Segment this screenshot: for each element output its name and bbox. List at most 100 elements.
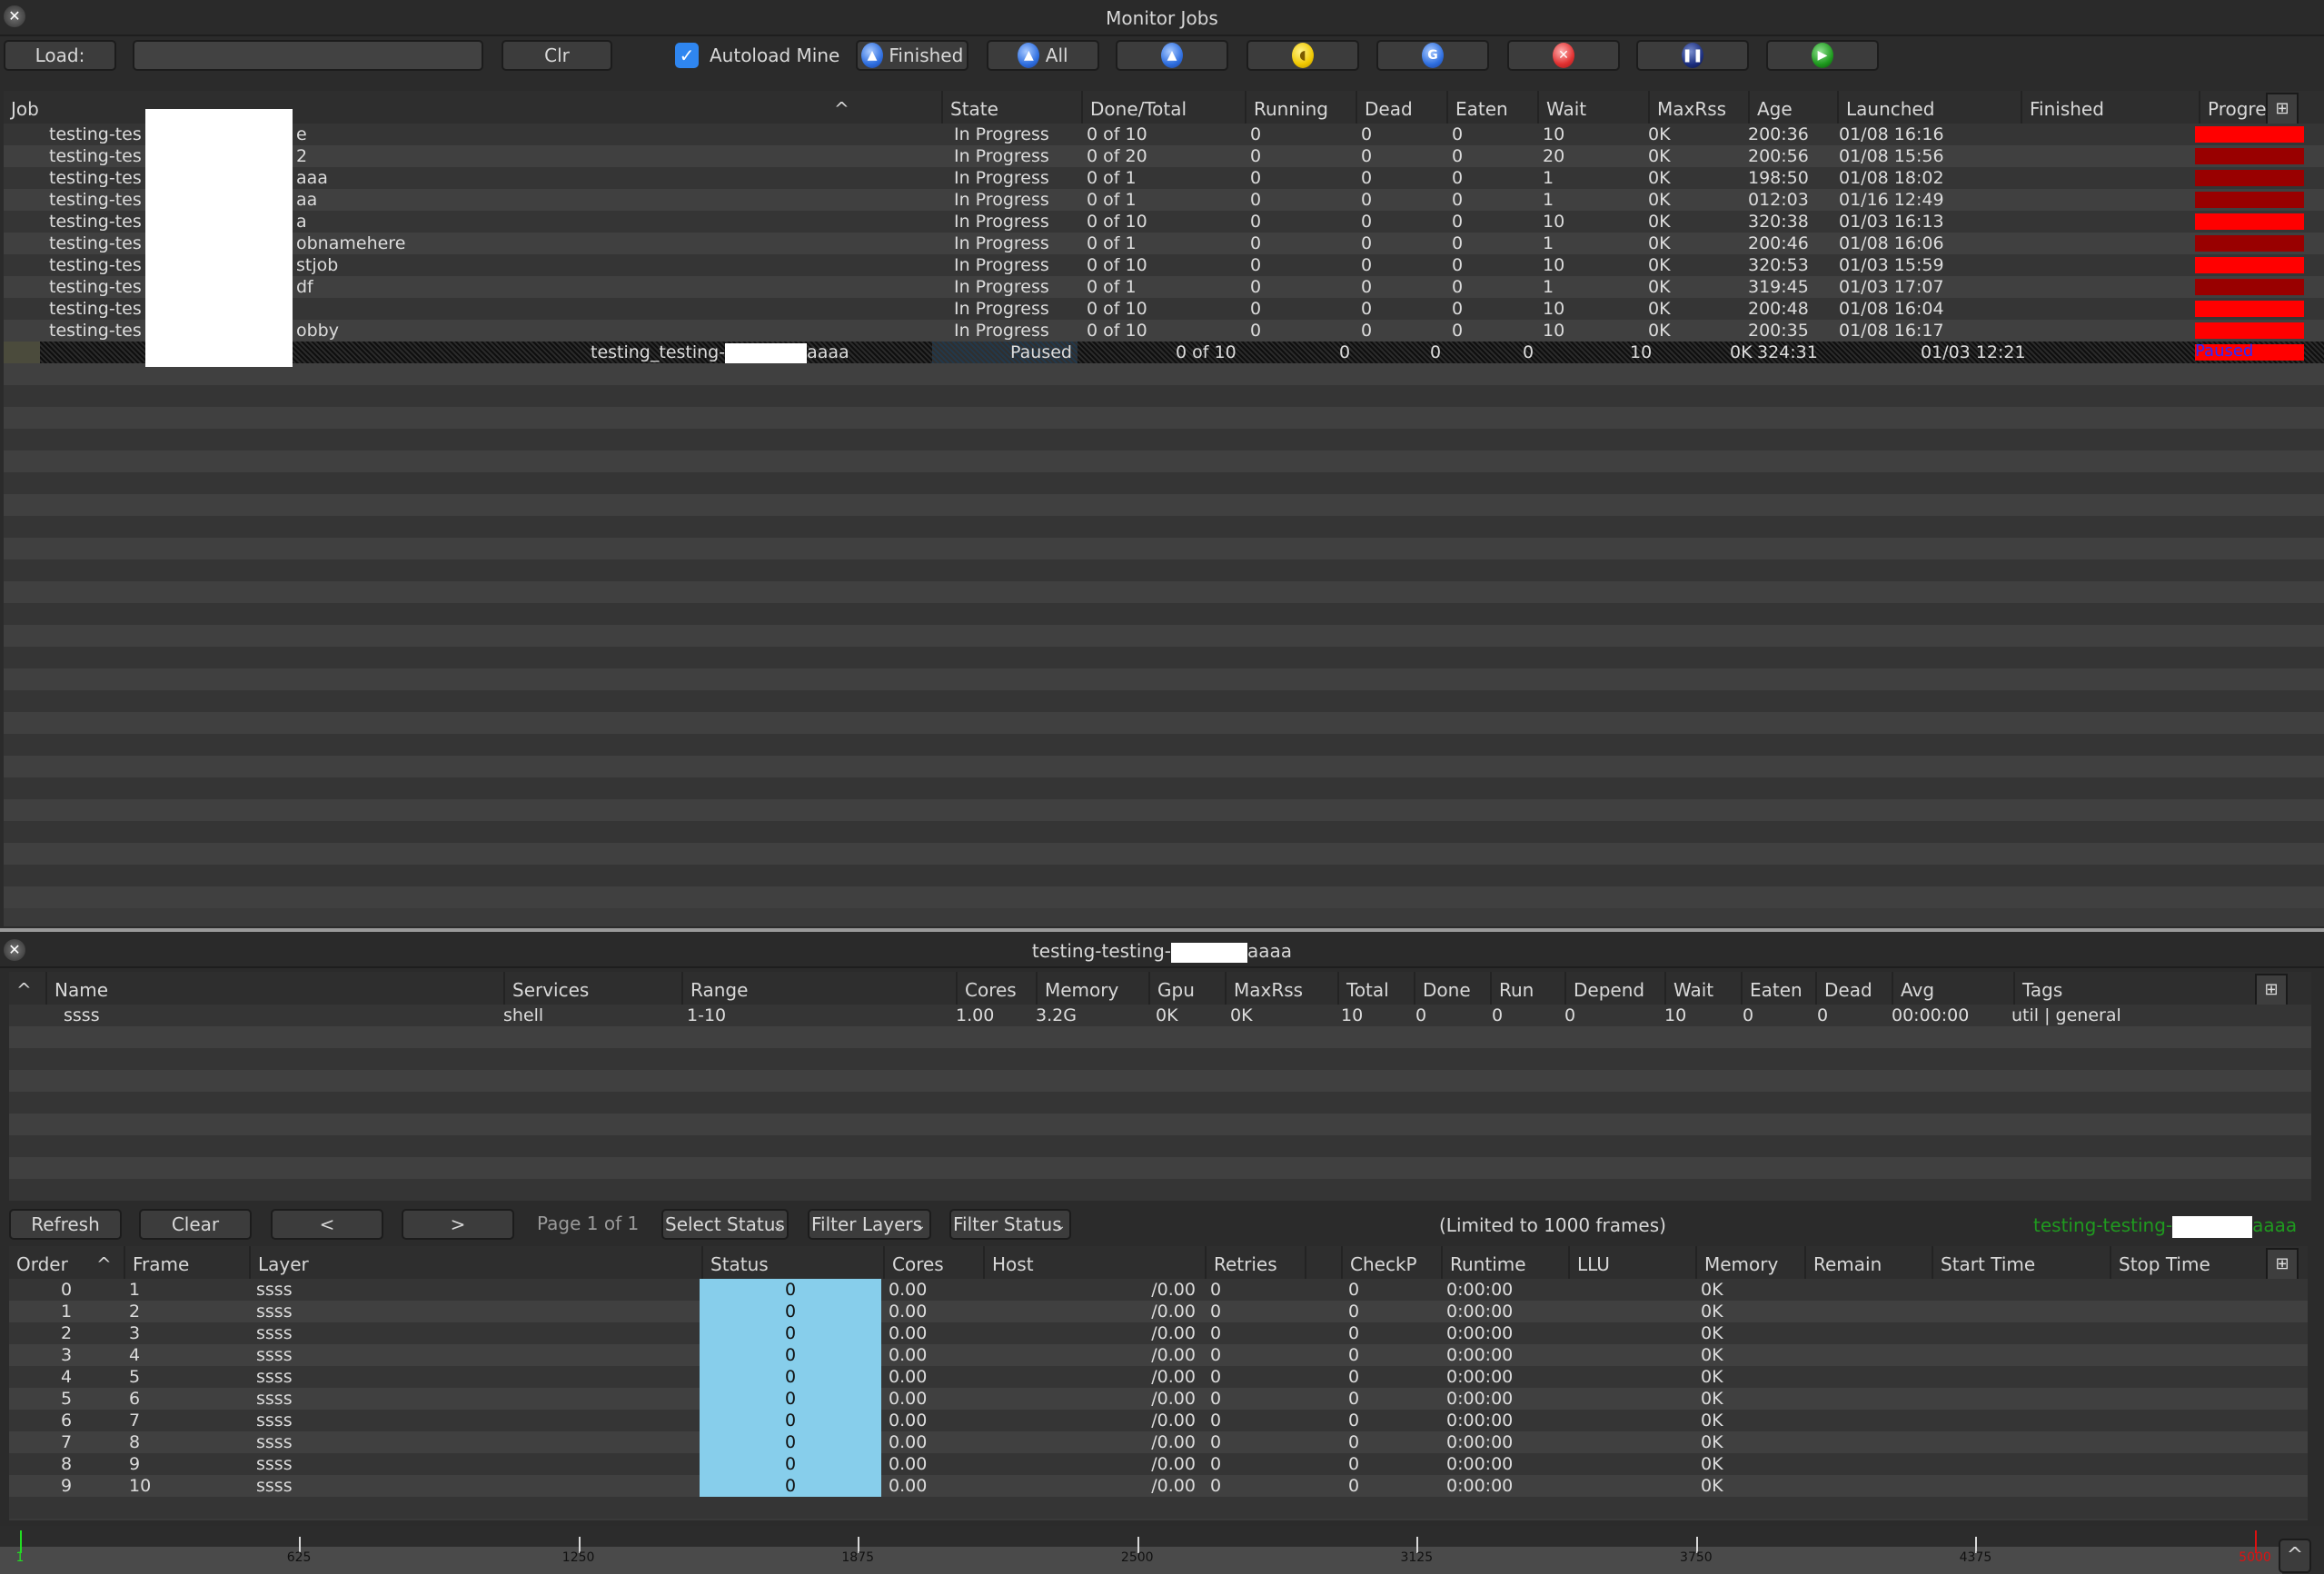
table-row[interactable]: 9 10 ssss 0 0.00/0.00 0 0 0:00:00 0K bbox=[9, 1475, 2308, 1497]
retry-frames-button[interactable]: G bbox=[1376, 40, 1489, 71]
cell-layer: ssss bbox=[256, 1302, 293, 1322]
table-row[interactable]: ssss shell 1-10 1.00 3.2G 0K 0K 10 0 0 0 10 0 0 00:00:… bbox=[9, 1005, 2311, 1026]
col-run[interactable]: Run bbox=[1490, 972, 1564, 1008]
table-row[interactable]: 6 7 ssss 0 0.00/0.00 0 0 0:00:00 0K bbox=[9, 1410, 2308, 1431]
table-row[interactable]: 1 2 ssss 0 0.00/0.00 0 0 0:00:00 0K bbox=[9, 1301, 2308, 1322]
col-state[interactable]: State bbox=[941, 91, 1081, 127]
col-runtime[interactable]: Runtime bbox=[1441, 1246, 1568, 1282]
col-maxrss[interactable]: MaxRss bbox=[1648, 91, 1748, 127]
table-row-selected[interactable]: testing_testing-aaaa Paused 0 of 10 0 0 0 10 0K… bbox=[4, 342, 2324, 363]
sort-asc-icon[interactable]: ^ bbox=[9, 972, 45, 1008]
frame-timeline[interactable]: 1 625 1250 1875 2500 3125 3750 4375 5000 ^ bbox=[0, 1526, 2324, 1574]
table-row[interactable]: 0 1 ssss 0 0.00/0.00 0 0 0:00:00 0K bbox=[9, 1279, 2308, 1301]
col-depend[interactable]: Depend bbox=[1564, 972, 1664, 1008]
table-row[interactable]: testing-tes 2 In Progress 0 of 20 0 0 0 20 0K 200… bbox=[4, 145, 2324, 167]
table-row[interactable]: testing-tes In Progress 0 of 10 0 0 0 10 0K 200:… bbox=[4, 298, 2324, 320]
filter-layers-dropdown[interactable]: Filter Layers ⌄ bbox=[808, 1209, 931, 1240]
sort-asc-icon: ^ bbox=[96, 1253, 112, 1275]
prev-page-button[interactable]: < bbox=[271, 1209, 383, 1240]
col-cores[interactable]: Cores bbox=[883, 1246, 983, 1282]
col-services[interactable]: Services bbox=[503, 972, 681, 1008]
clear-load-button[interactable]: Clr bbox=[502, 40, 612, 71]
cell-runtime: 0:00:00 bbox=[1446, 1345, 1514, 1365]
table-row[interactable]: testing-tes obnamehere In Progress 0 of 1 0 0… bbox=[4, 233, 2324, 254]
cell-running: 0 bbox=[1250, 277, 1262, 297]
col-dead[interactable]: Dead bbox=[1815, 972, 1892, 1008]
col-tags[interactable]: Tags bbox=[2013, 972, 2268, 1008]
col-checkp[interactable]: CheckP bbox=[1341, 1246, 1441, 1282]
table-row[interactable]: 7 8 ssss 0 0.00/0.00 0 0 0:00:00 0K bbox=[9, 1431, 2308, 1453]
clear-finished-button[interactable]: ▲ Finished bbox=[856, 40, 968, 71]
table-row[interactable]: testing-tes obby In Progress 0 of 10 0 0 0 10 0K… bbox=[4, 320, 2324, 342]
col-launched[interactable]: Launched bbox=[1837, 91, 2021, 127]
table-row[interactable]: testing-tes df In Progress 0 of 1 0 0 0 1 0K 319:… bbox=[4, 276, 2324, 298]
table-row[interactable]: 3 4 ssss 0 0.00/0.00 0 0 0:00:00 0K bbox=[9, 1344, 2308, 1366]
col-frame[interactable]: Frame bbox=[124, 1246, 249, 1282]
cell-status: 0 bbox=[700, 1410, 881, 1431]
collapse-button[interactable]: ^ bbox=[2279, 1539, 2311, 1573]
cell-range: 1-10 bbox=[687, 1005, 727, 1025]
table-row[interactable]: testing-tes e In Progress 0 of 10 0 0 0 10 0K 200… bbox=[4, 124, 2324, 145]
table-row[interactable]: 8 9 ssss 0 0.00/0.00 0 0 0:00:00 0K bbox=[9, 1453, 2308, 1475]
col-status[interactable]: Status bbox=[701, 1246, 883, 1282]
job-name: testing-tes bbox=[49, 299, 142, 319]
col-remain[interactable]: Remain bbox=[1804, 1246, 1932, 1282]
empty-row bbox=[4, 385, 2324, 407]
job-name-suffix: obnamehere bbox=[296, 233, 406, 253]
col-memory[interactable]: Memory bbox=[1695, 1246, 1804, 1282]
table-row[interactable]: 5 6 ssss 0 0.00/0.00 0 0 0:00:00 0K bbox=[9, 1388, 2308, 1410]
table-row[interactable]: testing-tes aaa In Progress 0 of 1 0 0 0 1 0K 198… bbox=[4, 167, 2324, 189]
table-row[interactable]: testing-tes a In Progress 0 of 10 0 0 0 10 0K 320… bbox=[4, 211, 2324, 233]
clear-all-button[interactable]: ▲ All bbox=[987, 40, 1099, 71]
col-wait[interactable]: Wait bbox=[1537, 91, 1648, 127]
col-blank[interactable] bbox=[1305, 1246, 1341, 1282]
col-avg[interactable]: Avg bbox=[1892, 972, 2013, 1008]
clear-button[interactable]: Clear bbox=[139, 1209, 252, 1240]
col-running[interactable]: Running bbox=[1245, 91, 1356, 127]
col-finished[interactable]: Finished bbox=[2021, 91, 2199, 127]
col-eaten[interactable]: Eaten bbox=[1446, 91, 1537, 127]
empty-row bbox=[4, 799, 2324, 821]
col-retries[interactable]: Retries bbox=[1205, 1246, 1305, 1282]
table-row[interactable]: testing-tes stjob In Progress 0 of 10 0 0 0 10 0… bbox=[4, 254, 2324, 276]
unpause-job-button[interactable]: ▶ bbox=[1766, 40, 1879, 71]
column-menu-icon[interactable]: ⊞ bbox=[2255, 974, 2288, 1006]
col-start-time[interactable]: Start Time bbox=[1932, 1246, 2110, 1282]
col-range[interactable]: Range bbox=[681, 972, 956, 1008]
autoload-mine-checkbox[interactable]: ✓ bbox=[675, 43, 699, 68]
pause-job-button[interactable]: ❚❚ bbox=[1636, 40, 1749, 71]
col-eaten[interactable]: Eaten bbox=[1741, 972, 1815, 1008]
col-memory[interactable]: Memory bbox=[1036, 972, 1148, 1008]
table-row[interactable]: 2 3 ssss 0 0.00/0.00 0 0 0:00:00 0K bbox=[9, 1322, 2308, 1344]
col-cores[interactable]: Cores bbox=[956, 972, 1036, 1008]
frames-rows: 0 1 ssss 0 0.00/0.00 0 0 0:00:00 0K 1 2 ssss 0 0.00/0… bbox=[9, 1279, 2308, 1520]
column-menu-icon[interactable]: ⊞ bbox=[2266, 1248, 2299, 1281]
col-total[interactable]: Total bbox=[1337, 972, 1414, 1008]
column-menu-icon[interactable]: ⊞ bbox=[2266, 93, 2299, 125]
col-done[interactable]: Done bbox=[1414, 972, 1490, 1008]
table-row[interactable]: testing-tes aa In Progress 0 of 1 0 0 0 1 0K 012:… bbox=[4, 189, 2324, 211]
load-input[interactable] bbox=[133, 40, 483, 71]
col-gpu[interactable]: Gpu bbox=[1148, 972, 1225, 1008]
col-maxrss[interactable]: MaxRss bbox=[1225, 972, 1337, 1008]
col-host[interactable]: Host bbox=[983, 1246, 1205, 1282]
eat-frames-button[interactable]: ◖ bbox=[1246, 40, 1359, 71]
empty-row bbox=[9, 1070, 2311, 1092]
next-page-button[interactable]: > bbox=[402, 1209, 514, 1240]
col-stop-time[interactable]: Stop Time bbox=[2110, 1246, 2273, 1282]
unmonitor-button[interactable]: ▲ bbox=[1116, 40, 1228, 71]
select-status-dropdown[interactable]: Select Status ⌄ bbox=[661, 1209, 789, 1240]
table-row[interactable]: 4 5 ssss 0 0.00/0.00 0 0 0:00:00 0K bbox=[9, 1366, 2308, 1388]
col-age[interactable]: Age bbox=[1748, 91, 1837, 127]
col-done-total[interactable]: Done/Total bbox=[1081, 91, 1245, 127]
col-name[interactable]: Name bbox=[45, 972, 503, 1008]
col-dead[interactable]: Dead bbox=[1356, 91, 1446, 127]
col-wait[interactable]: Wait bbox=[1664, 972, 1741, 1008]
col-layer[interactable]: Layer bbox=[249, 1246, 701, 1282]
col-llu[interactable]: LLU bbox=[1568, 1246, 1695, 1282]
filter-status-dropdown[interactable]: Filter Status ⌄ bbox=[949, 1209, 1071, 1240]
col-order[interactable]: Order ^ bbox=[9, 1246, 124, 1282]
load-button[interactable]: Load: bbox=[4, 40, 116, 71]
refresh-button[interactable]: Refresh bbox=[9, 1209, 122, 1240]
kill-job-button[interactable]: ✕ bbox=[1507, 40, 1620, 71]
